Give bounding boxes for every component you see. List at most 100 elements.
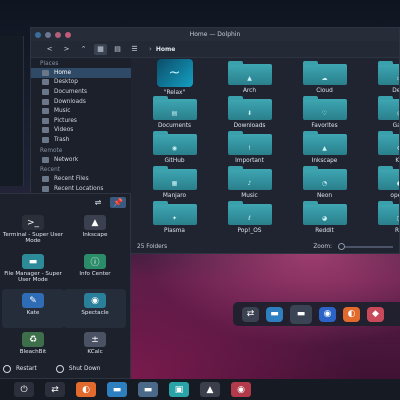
zoom-slider[interactable]: [338, 243, 393, 250]
file-item[interactable]: ▭ Desk: [362, 61, 399, 97]
dolphin-icon[interactable]: ▬: [107, 382, 127, 397]
sliders-icon[interactable]: ⇌: [90, 197, 106, 208]
sliders-icon[interactable]: ⇄: [242, 306, 259, 322]
sidebar-item-desktop[interactable]: Desktop: [31, 78, 131, 88]
sidebar-heading: Remote: [40, 147, 63, 154]
sidebar-item-pictures[interactable]: Pictures: [31, 116, 131, 126]
background-window: [0, 36, 24, 186]
info-center-icon: ⓘ: [84, 254, 106, 269]
chromium-icon[interactable]: ◉: [319, 306, 336, 322]
inkscape-icon: ▲: [84, 215, 106, 230]
sidebar-item-recent-files[interactable]: Recent Files: [31, 174, 131, 184]
file-item[interactable]: ◉ GitHub: [137, 131, 212, 167]
firefox-icon[interactable]: ◐: [76, 382, 96, 397]
shutdown-button[interactable]: Shut Down: [69, 366, 101, 372]
file-item[interactable]: ✦ Plasma: [137, 201, 212, 237]
file-item[interactable]: ! Important: [212, 131, 287, 167]
breadcrumb[interactable]: Home: [156, 46, 175, 53]
sidebar-item-label: Network: [54, 156, 79, 163]
app-spectacle[interactable]: ◉ Spectacle: [64, 289, 126, 328]
sidebar-item-home[interactable]: Home: [31, 68, 131, 78]
forward-icon[interactable]: >: [60, 44, 73, 55]
folder-icon: ▬: [22, 254, 44, 269]
folder-emblem-icon: ▭: [378, 75, 399, 82]
zoom-slider-handle[interactable]: [338, 243, 345, 250]
sidebar-item-label: Home: [54, 69, 72, 76]
folder-emblem-icon: ◎: [378, 110, 399, 117]
detail-view-button[interactable]: ☰: [128, 44, 141, 55]
sliders-icon[interactable]: ⇄: [45, 382, 65, 397]
sidebar-item-videos[interactable]: Videos: [31, 126, 131, 136]
file-item[interactable]: ▲ Arch: [212, 61, 287, 97]
firefox-icon[interactable]: ◐: [343, 306, 360, 322]
sidebar-item-label: Recent Files: [54, 176, 89, 183]
spectacle-icon: ◉: [84, 293, 106, 308]
sidebar-heading: Recent: [40, 167, 61, 174]
app-inkscape[interactable]: ▲ Inkscape: [64, 211, 126, 250]
app-kate[interactable]: ✎ Kate: [2, 289, 64, 328]
folder-icon: ⚙: [377, 131, 399, 155]
sidebar-item-documents[interactable]: Documents: [31, 87, 131, 97]
dolphin-icon[interactable]: ▬: [266, 306, 283, 322]
file-item[interactable]: ♪ Music: [212, 166, 287, 202]
file-item[interactable]: ◕ Reddit: [287, 201, 362, 237]
file-item[interactable]: ♡ Favorites: [287, 96, 362, 132]
folder-icon: ♡: [302, 96, 347, 120]
power-icon[interactable]: ⏻: [14, 382, 34, 397]
folder-icon: ▦: [152, 166, 197, 190]
folder-icon: ▲: [302, 131, 347, 155]
file-item[interactable]: ▤ Documents: [137, 96, 212, 132]
file-name: Rel: [395, 228, 399, 234]
folder-icon: !: [227, 131, 272, 155]
back-icon[interactable]: <: [43, 44, 56, 55]
inkscape-icon[interactable]: ▲: [200, 382, 220, 397]
file-item[interactable]: ◐ openS: [362, 166, 399, 202]
restart-button[interactable]: Restart: [16, 366, 37, 372]
folder-emblem-icon: ◕: [321, 215, 328, 222]
file-name: Cloud: [316, 88, 333, 94]
folder-icon[interactable]: ▬: [290, 304, 312, 324]
up-icon[interactable]: ⌃: [77, 44, 90, 55]
file-item[interactable]: ▲ Inkscape: [287, 131, 362, 167]
folder-emblem-icon: ▲: [322, 145, 327, 152]
app-icon[interactable]: ◆: [367, 306, 384, 322]
folder-icon: ℓ: [227, 201, 272, 225]
icon-view-button[interactable]: ▦: [94, 43, 107, 55]
file-item[interactable]: ◎ Gam: [362, 96, 399, 132]
sidebar-item-downloads[interactable]: Downloads: [31, 97, 131, 107]
folder-emblem-icon: ▤: [171, 110, 178, 117]
shutdown-icon[interactable]: [55, 365, 64, 373]
file-item[interactable]: ◔ Neon: [287, 166, 362, 202]
sidebar-item-trash[interactable]: Trash: [31, 135, 131, 145]
file-item[interactable]: ℓ Pop!_OS: [212, 201, 287, 237]
system-monitor-icon[interactable]: ▣: [169, 382, 189, 397]
app-name: Info Center: [79, 271, 111, 277]
pin-icon[interactable]: 📌: [110, 197, 126, 208]
file-item[interactable]: ☁ Cloud: [287, 61, 362, 97]
file-item[interactable]: ~ "Relax": [137, 59, 212, 97]
folder-icon: ▭: [377, 61, 399, 85]
downloads-icon: [42, 98, 49, 105]
sidebar-item-label: Downloads: [54, 98, 86, 105]
app-name: Kate: [26, 310, 40, 316]
file-item[interactable]: ▢ Rel: [362, 201, 399, 237]
app-terminal-super-user-mode[interactable]: >_ Terminal - Super User Mode: [2, 211, 64, 250]
app-file-manager-super-user-mode[interactable]: ▬ File Manager - Super User Mode: [2, 250, 64, 289]
pictures-icon: [42, 117, 49, 124]
file-item[interactable]: ⬇ Downloads: [212, 96, 287, 132]
taskbar: ⏻ ⇄ ◐ ▬ ▬ ▣ ▲ ◉: [0, 379, 400, 400]
sidebar-item-label: Trash: [54, 136, 70, 143]
eye-icon[interactable]: ◉: [231, 382, 251, 397]
restart-icon[interactable]: [3, 365, 11, 373]
folder-icon[interactable]: ▬: [138, 382, 158, 397]
file-item[interactable]: ▦ Manjaro: [137, 166, 212, 202]
folder-emblem-icon: ⬇: [246, 110, 253, 117]
compact-view-button[interactable]: ▤: [111, 44, 124, 55]
folder-emblem-icon: ◉: [171, 145, 178, 152]
file-item[interactable]: ⚙ KD: [362, 131, 399, 167]
folder-icon: ▢: [377, 201, 399, 225]
app-info-center[interactable]: ⓘ Info Center: [64, 250, 126, 289]
sidebar-item-music[interactable]: Music: [31, 106, 131, 116]
folder-icon: ◐: [377, 166, 399, 190]
sidebar-item-network[interactable]: Network: [31, 155, 131, 165]
